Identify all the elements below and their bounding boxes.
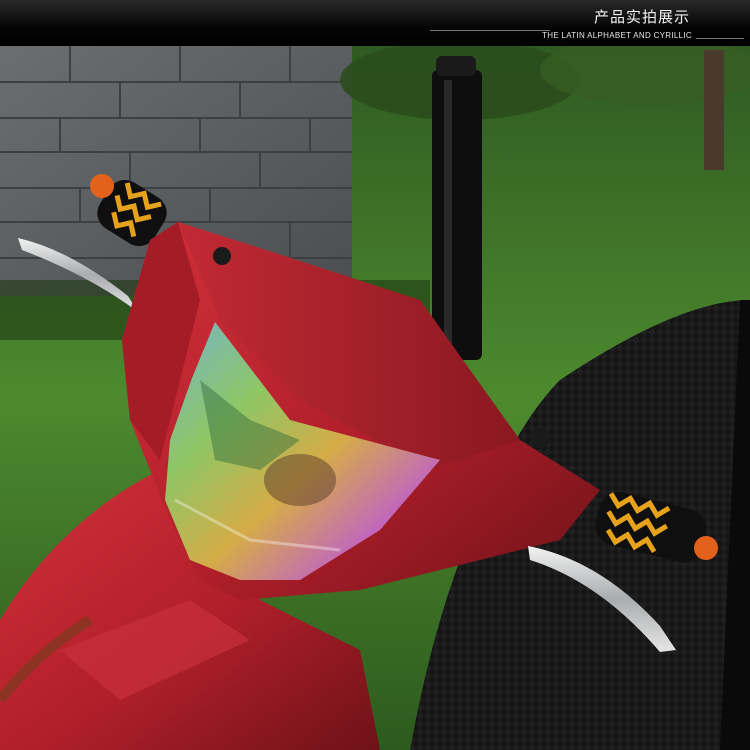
header-banner: 产品实拍展示 THE LATIN ALPHABET AND CYRILLIC xyxy=(0,0,750,46)
right-mirror-bolt xyxy=(530,428,550,448)
lamp-post xyxy=(432,56,482,360)
product-photo-page: 产品实拍展示 THE LATIN ALPHABET AND CYRILLIC xyxy=(0,0,750,750)
wooden-stake xyxy=(704,50,724,170)
product-photo xyxy=(0,46,750,750)
left-mirror-bolt xyxy=(213,247,231,265)
banner-subtitle: THE LATIN ALPHABET AND CYRILLIC xyxy=(542,31,692,40)
banner-divider-right xyxy=(696,38,744,39)
banner-title: 产品实拍展示 xyxy=(593,8,690,26)
banner-divider-left xyxy=(430,30,550,31)
